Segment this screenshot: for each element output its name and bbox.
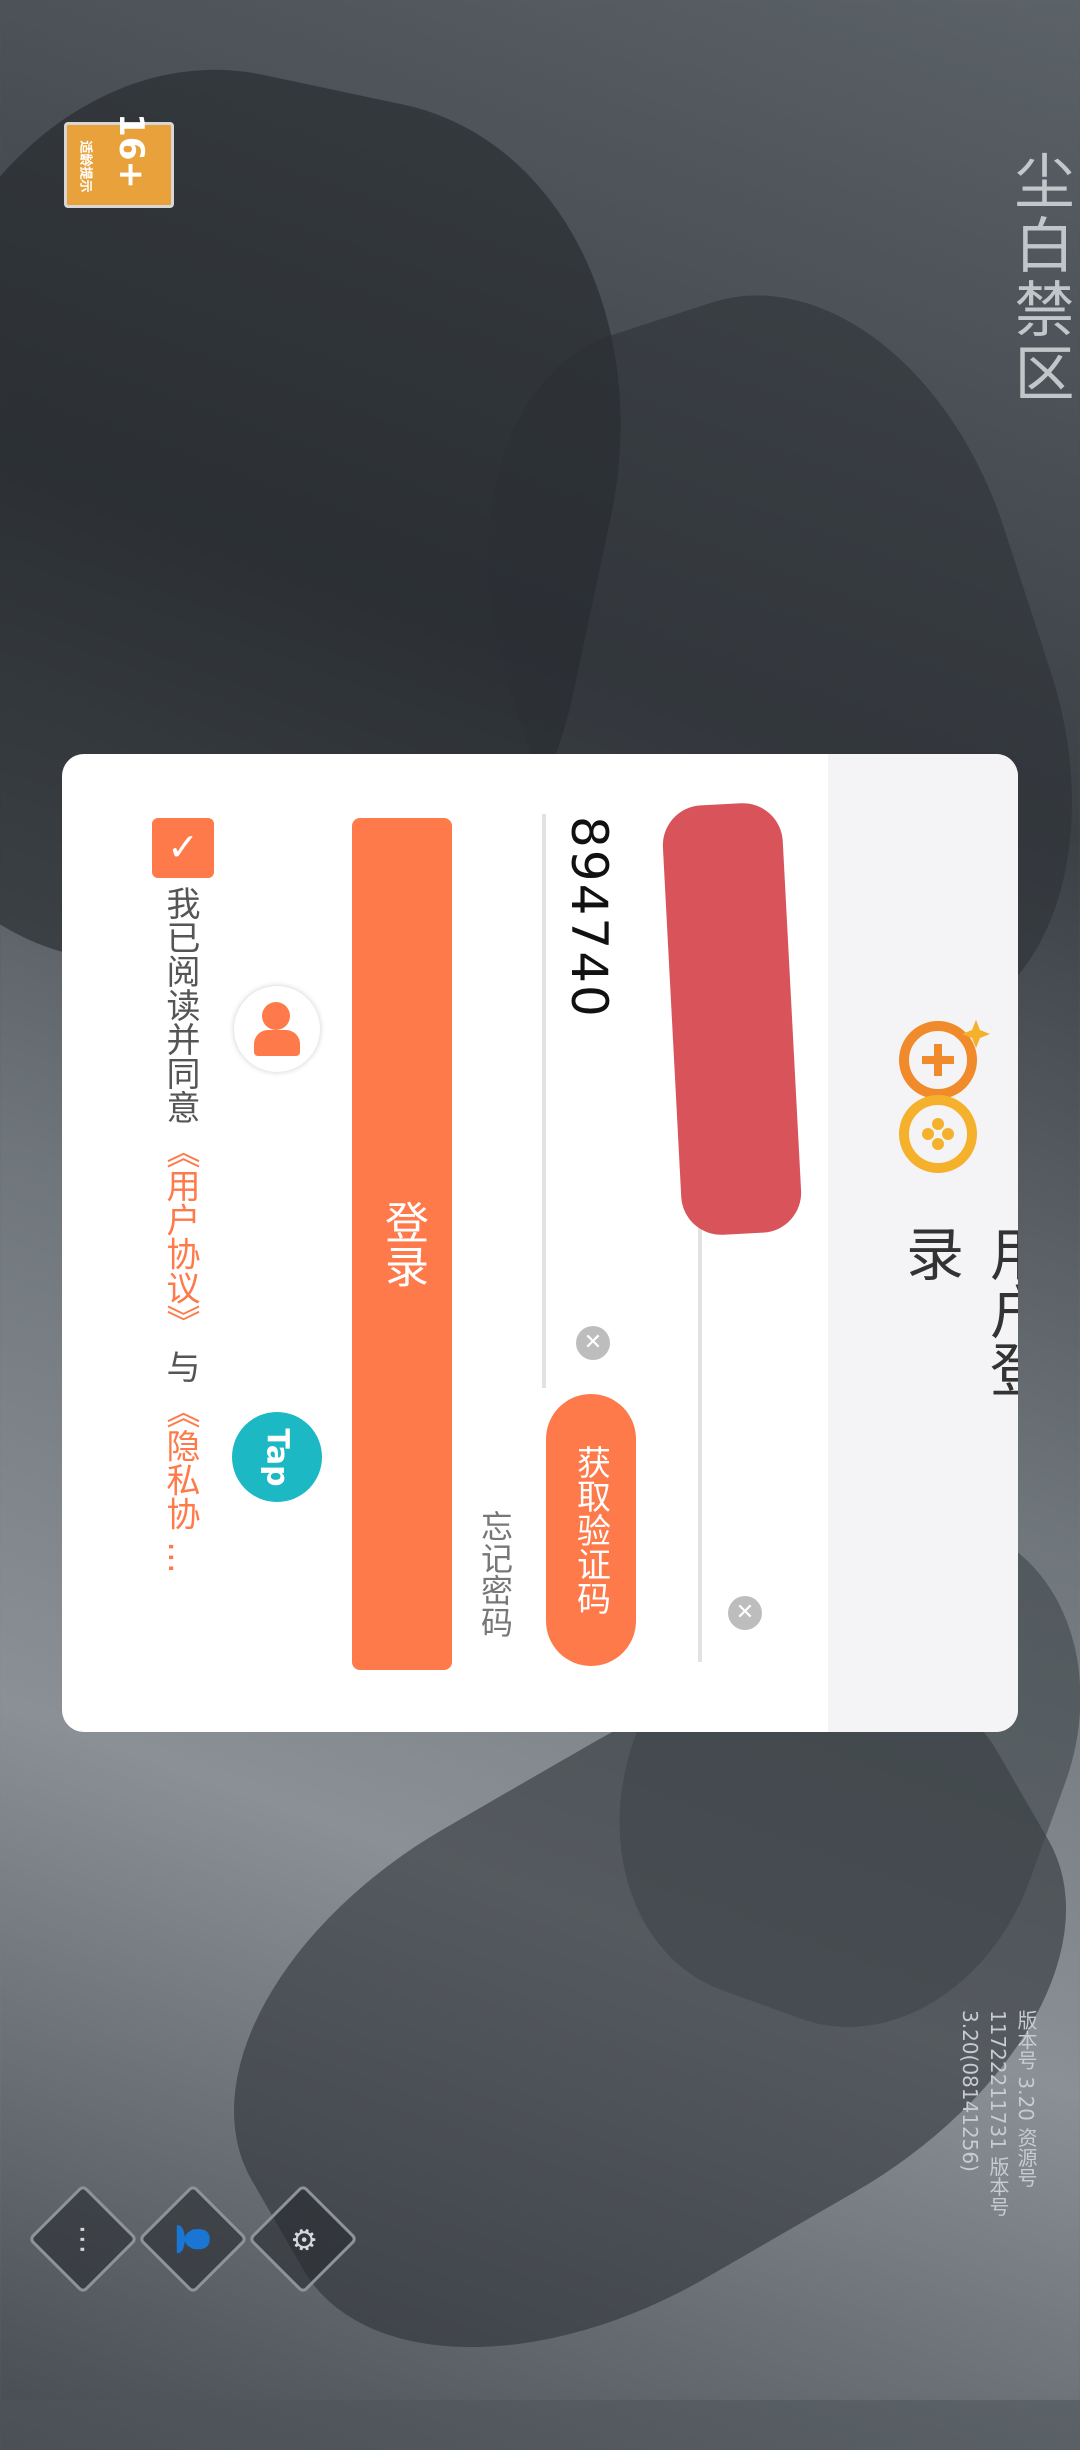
settings-icon[interactable]: ⚙ (247, 2183, 359, 2295)
account-icon[interactable]: 👤 (137, 2183, 249, 2295)
agreement-text: 我已阅读并同意 《用户协议》 与 《隐私协 ... (160, 886, 200, 1574)
taptap-login-button[interactable]: Tap (232, 1412, 322, 1502)
login-dialog: 用户登录 1 ✕ 894740 ✕ 获取验证码 忘记密码 登录 ✓ 我已阅读并同… (62, 754, 1018, 1732)
redaction-mark (660, 801, 804, 1237)
gamepad-logo-icon (899, 1020, 990, 1173)
clear-code-icon[interactable]: ✕ (576, 1326, 610, 1360)
privacy-link[interactable]: 《隐私协 (160, 1394, 200, 1530)
game-logo: 尘白禁区 (1004, 150, 1074, 406)
more-icon[interactable]: ⋯ (27, 2183, 139, 2295)
dialog-title: 用户登录 (896, 1224, 1018, 1398)
code-underline (542, 814, 546, 1388)
login-button[interactable]: 登录 (352, 818, 452, 1670)
verification-code-input[interactable]: 894740 (560, 816, 618, 1019)
clear-phone-icon[interactable]: ✕ (728, 1596, 762, 1630)
age-rating-badge: 16+ 适龄提示 (64, 113, 174, 208)
agree-checkbox[interactable]: ✓ (152, 818, 214, 878)
bottom-toolbar: ⋯ 👤 ⚙ (27, 2183, 359, 2300)
account-login-icon[interactable] (234, 986, 320, 1072)
forgot-password-link[interactable]: 忘记密码 (472, 1510, 518, 1670)
user-agreement-link[interactable]: 《用户协议》 (160, 1135, 200, 1339)
get-code-button[interactable]: 获取验证码 (546, 1394, 636, 1666)
version-info: 版本号 3.20 资源号 11722211731 版本号 3.20(081412… (958, 2010, 1038, 2217)
